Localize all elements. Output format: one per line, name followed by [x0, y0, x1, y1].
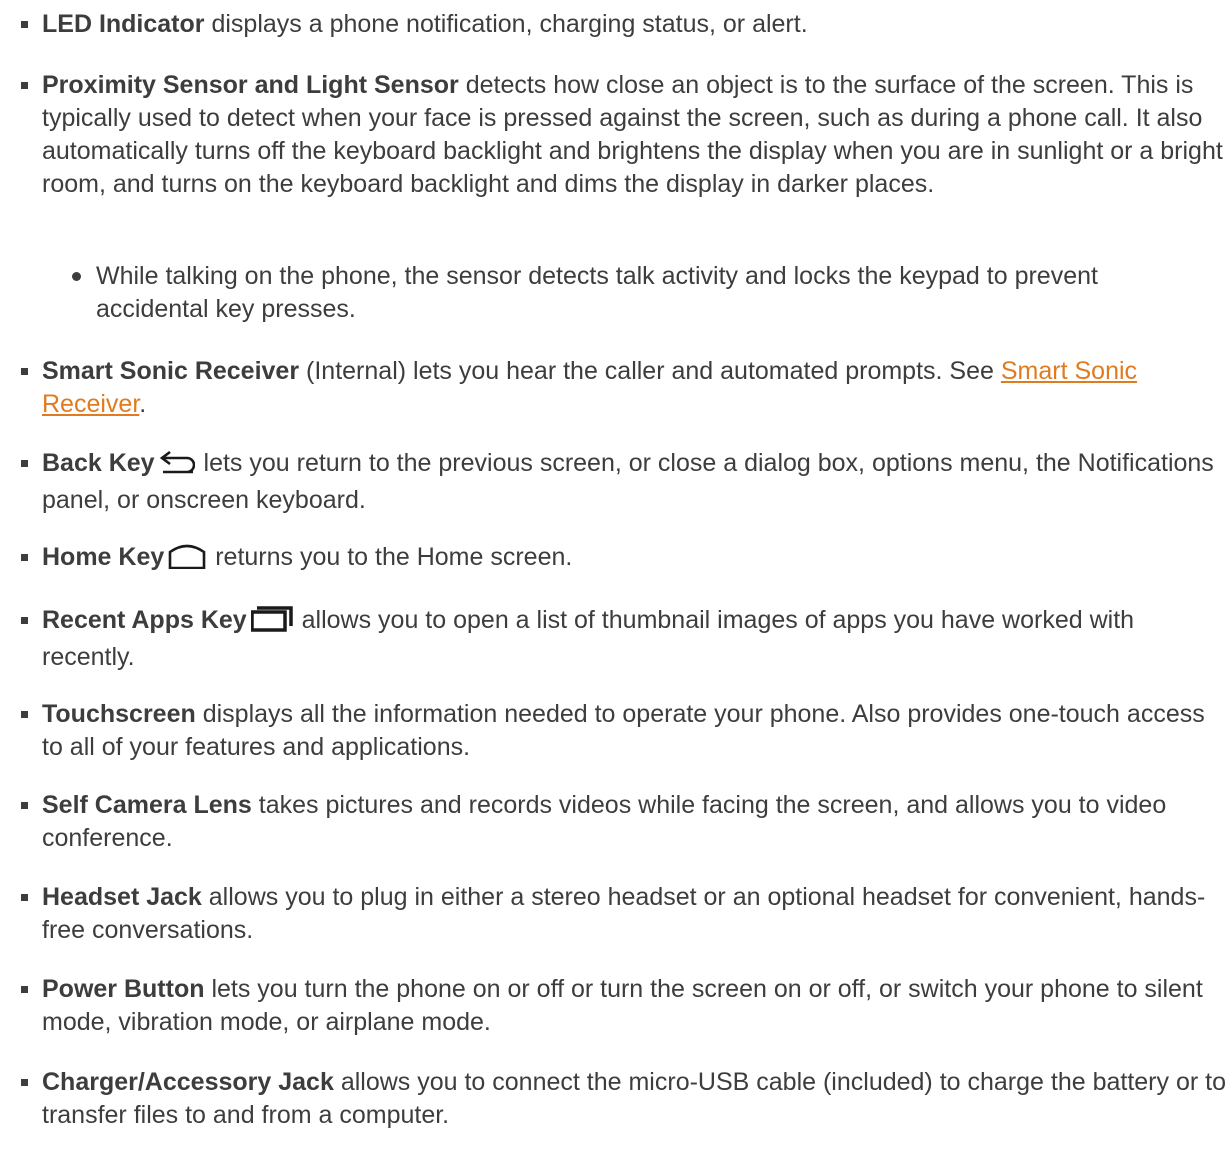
- home-outline-icon: [168, 543, 206, 578]
- sub-list-item-talk-activity: While talking on the phone, the sensor d…: [0, 260, 1232, 330]
- square-bullet-icon: [21, 802, 28, 809]
- item-term: Back Key: [42, 449, 155, 477]
- back-arrow-icon: [159, 450, 195, 484]
- square-bullet-icon: [21, 986, 28, 993]
- square-bullet-icon: [21, 894, 28, 901]
- list-item-headset-jack: Headset Jack allows you to plug in eithe…: [0, 881, 1232, 951]
- recent-apps-icon: [249, 606, 293, 641]
- list-item-smart-sonic-receiver: Smart Sonic Receiver (Internal) lets you…: [0, 355, 1232, 425]
- item-description: allows you to plug in either a stereo he…: [42, 883, 1206, 944]
- square-bullet-icon: [21, 21, 28, 28]
- list-item-power-button: Power Button lets you turn the phone on …: [0, 973, 1232, 1043]
- item-term: Touchscreen: [42, 700, 196, 728]
- square-bullet-icon: [21, 82, 28, 89]
- item-term: Headset Jack: [42, 883, 202, 911]
- item-term: Smart Sonic Receiver: [42, 357, 300, 385]
- list-item-recent-apps-key: Recent Apps Key allows you to open a lis…: [0, 604, 1232, 674]
- square-bullet-icon: [21, 460, 28, 467]
- item-description: lets you return to the previous screen, …: [42, 449, 1214, 514]
- item-term: Home Key: [42, 543, 165, 571]
- list-item-charger-accessory-jack: Charger/Accessory Jack allows you to con…: [0, 1066, 1232, 1136]
- list-item-self-camera-lens: Self Camera Lens takes pictures and reco…: [0, 789, 1232, 859]
- round-bullet-icon: [72, 272, 81, 281]
- square-bullet-icon: [21, 368, 28, 375]
- list-item-back-key: Back Key lets you return to the previous…: [0, 447, 1232, 517]
- square-bullet-icon: [21, 711, 28, 718]
- list-item-led-indicator: LED Indicator displays a phone notificat…: [0, 8, 1232, 48]
- item-term: LED Indicator: [42, 10, 205, 38]
- item-description: lets you turn the phone on or off or tur…: [42, 975, 1203, 1036]
- item-term: Charger/Accessory Jack: [42, 1068, 334, 1096]
- square-bullet-icon: [21, 1079, 28, 1086]
- item-term: Power Button: [42, 975, 205, 1003]
- item-description: While talking on the phone, the sensor d…: [96, 262, 1098, 323]
- square-bullet-icon: [21, 617, 28, 624]
- list-item-touchscreen: Touchscreen displays all the information…: [0, 698, 1232, 768]
- item-description-end: .: [139, 390, 147, 418]
- item-term: Recent Apps Key: [42, 606, 247, 634]
- item-description: displays a phone notification, charging …: [211, 10, 808, 38]
- item-description: returns you to the Home screen.: [215, 543, 573, 571]
- item-description: (Internal) lets you hear the caller and …: [306, 357, 994, 385]
- square-bullet-icon: [21, 554, 28, 561]
- item-description: displays all the information needed to o…: [42, 700, 1205, 761]
- item-term: Proximity Sensor and Light Sensor: [42, 71, 459, 99]
- list-item-home-key: Home Key returns you to the Home screen.: [0, 541, 1232, 581]
- item-term: Self Camera Lens: [42, 791, 252, 819]
- list-item-proximity-sensor: Proximity Sensor and Light Sensor detect…: [0, 69, 1232, 239]
